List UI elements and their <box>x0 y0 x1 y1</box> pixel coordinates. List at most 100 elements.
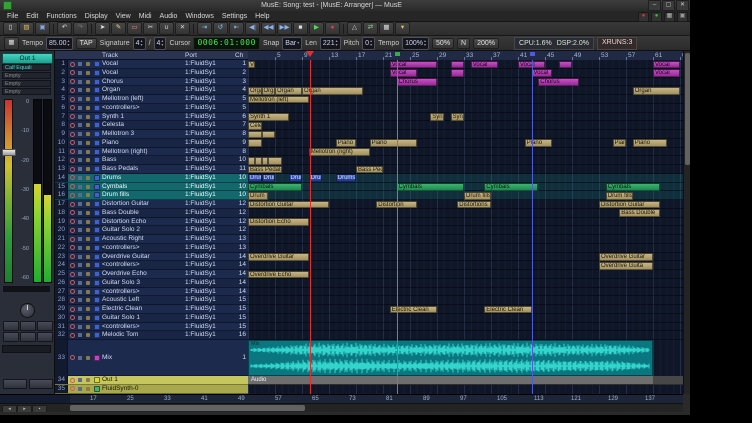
record-arm-icon[interactable] <box>68 140 76 145</box>
track-channel[interactable]: 14 <box>235 253 248 261</box>
punch-in-icon[interactable]: ⇥ <box>197 22 212 35</box>
mute-icon[interactable] <box>76 228 84 232</box>
monitor-icon[interactable] <box>84 325 92 329</box>
part[interactable]: Organ <box>633 87 680 95</box>
monitor-icon[interactable] <box>84 202 92 206</box>
track-row[interactable]: 18Bass Double1:FluidSy112 <box>55 209 248 218</box>
part[interactable]: Bass Pedals <box>356 166 383 174</box>
loop-icon[interactable]: ↺ <box>213 22 228 35</box>
track-row[interactable]: 5Mellotron (left)1:FluidSy15 <box>55 95 248 104</box>
monitor-icon[interactable] <box>84 220 92 224</box>
part[interactable]: Bass Double <box>619 209 660 217</box>
left-loop-marker-icon[interactable] <box>395 52 400 56</box>
record-arm-icon[interactable] <box>68 175 76 180</box>
part[interactable] <box>248 139 262 147</box>
monitor-icon[interactable] <box>84 141 92 145</box>
marker-icon[interactable]: ▾ <box>395 22 410 35</box>
record-arm-icon[interactable] <box>68 184 76 189</box>
menu-edit[interactable]: Edit <box>22 11 42 22</box>
track-port[interactable]: 1:FluidSy1 <box>185 69 235 77</box>
track-row[interactable]: 9Mellotron 31:FluidSy18 <box>55 130 248 139</box>
config-button[interactable] <box>29 379 53 389</box>
track-name[interactable]: <controllers> <box>102 104 185 112</box>
record-arm-icon[interactable] <box>68 210 76 215</box>
part[interactable] <box>451 69 465 77</box>
mute-icon[interactable] <box>76 333 84 337</box>
record-arm-icon[interactable] <box>68 272 76 277</box>
play-icon[interactable]: ▶ <box>309 22 324 35</box>
mute-icon[interactable] <box>76 106 84 110</box>
monitor-icon[interactable] <box>84 237 92 241</box>
track-name[interactable]: Bass Double <box>102 209 185 217</box>
mute-icon[interactable] <box>76 193 84 197</box>
track-row[interactable]: 25Overdrive Echo1:FluidSy114 <box>55 270 248 279</box>
track-name[interactable]: Mellotron (right) <box>102 148 185 156</box>
record-arm-icon[interactable] <box>68 263 76 268</box>
part[interactable]: Chorus <box>397 78 438 86</box>
mute-icon[interactable] <box>76 211 84 215</box>
spinner-arrows-icon[interactable]: ▴▾ <box>336 39 338 47</box>
track-name[interactable]: Organ <box>102 86 185 94</box>
record-arm-icon[interactable] <box>68 105 76 110</box>
mute-icon[interactable] <box>76 307 84 311</box>
monitor-icon[interactable] <box>84 185 92 189</box>
part[interactable]: Cymbals <box>397 183 465 191</box>
part[interactable]: Distortion Guitar <box>248 201 329 209</box>
mute-icon[interactable] <box>76 281 84 285</box>
part[interactable]: Drums <box>248 174 262 182</box>
mute-icon[interactable] <box>76 185 84 189</box>
track-row[interactable]: 22<controllers>1:FluidSy113 <box>55 244 248 253</box>
track-port[interactable]: 1:FluidSy1 <box>185 78 235 86</box>
track-name[interactable]: Mellotron 3 <box>102 130 185 138</box>
mute-icon[interactable] <box>76 272 84 276</box>
track-name[interactable]: Guitar Solo 1 <box>102 314 185 322</box>
track-port[interactable]: 1:FluidSy1 <box>185 165 235 173</box>
panic-icon[interactable]: ▦ <box>4 37 19 50</box>
mute-icon[interactable] <box>76 263 84 267</box>
track-port[interactable]: 1:FluidSy1 <box>185 95 235 103</box>
track-port[interactable]: 1:FluidSy1 <box>185 191 235 199</box>
record-icon[interactable]: ● <box>325 22 340 35</box>
track-row[interactable]: 26Guitar Solo 31:FluidSy114 <box>55 279 248 288</box>
record-arm-icon[interactable] <box>68 158 76 163</box>
spinner-arrows-icon[interactable]: ▴▾ <box>141 39 143 47</box>
part[interactable]: Cymbals <box>484 183 538 191</box>
menu-audio[interactable]: Audio <box>156 11 182 22</box>
spinner-arrows-icon[interactable]: ▴▾ <box>424 39 426 47</box>
track-name[interactable]: Melodic Tom <box>102 331 185 339</box>
part[interactable]: Synth 1 <box>451 113 465 121</box>
part[interactable]: Vocal <box>532 69 552 77</box>
track-channel[interactable]: 7 <box>235 121 248 129</box>
track-name[interactable]: Bass <box>102 156 185 164</box>
monitor-icon[interactable] <box>84 80 92 84</box>
undo-icon[interactable]: ↶ <box>57 22 72 35</box>
record-arm-icon[interactable] <box>68 324 76 329</box>
part[interactable]: Mellotron (right) <box>309 148 370 156</box>
monitor-icon[interactable] <box>84 150 92 154</box>
track-row[interactable]: 13Bass Pedals1:FluidSy111 <box>55 165 248 174</box>
zoom-normal-button[interactable]: N <box>457 38 470 49</box>
right-loop-marker-icon[interactable] <box>530 52 535 56</box>
record-arm-icon[interactable] <box>68 280 76 285</box>
horizontal-scrollbar-thumb[interactable] <box>70 405 305 411</box>
spinner-arrows-icon[interactable]: ▴▾ <box>161 39 163 47</box>
record-arm-icon[interactable] <box>68 219 76 224</box>
maximize-button[interactable]: ▢ <box>662 0 675 11</box>
vertical-scrollbar-thumb[interactable] <box>685 53 690 165</box>
track-port[interactable]: 1:FluidSy1 <box>185 209 235 217</box>
track-port[interactable]: 1:FluidSy1 <box>185 226 235 234</box>
track-port[interactable]: 1:FluidSy1 <box>185 296 235 304</box>
mute-icon[interactable] <box>76 80 84 84</box>
part[interactable] <box>255 157 262 165</box>
mixer-track-button[interactable]: Out 1 <box>2 53 53 64</box>
track-channel[interactable]: 13 <box>235 235 248 243</box>
track-channel[interactable]: 15 <box>235 314 248 322</box>
track-channel[interactable]: 14 <box>235 279 248 287</box>
arranger-canvas[interactable]: MixAudioVoVocalVocalVocalVocalVocalVocal… <box>248 60 683 394</box>
part[interactable] <box>262 157 269 165</box>
track-name[interactable]: Cymbals <box>102 183 185 191</box>
monitor-icon[interactable] <box>84 290 92 294</box>
track-row[interactable]: 14Drums1:FluidSy110 <box>55 174 248 183</box>
record-arm-icon[interactable] <box>68 315 76 320</box>
track-channel[interactable]: 12 <box>235 218 248 226</box>
